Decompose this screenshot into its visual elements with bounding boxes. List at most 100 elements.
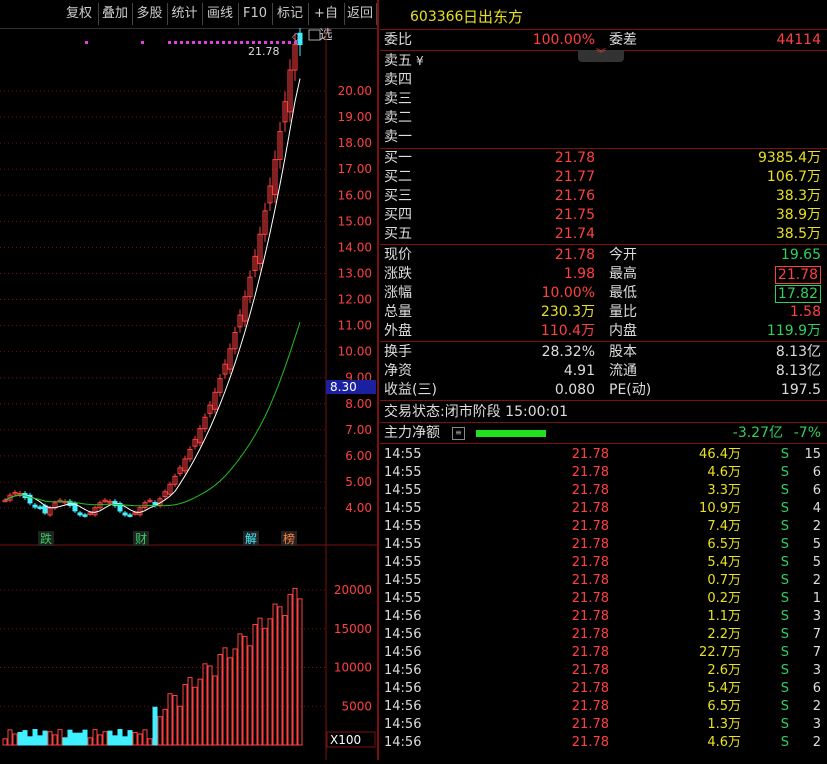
tick-time: 14:55 — [384, 501, 422, 516]
quote-label: 内盘 — [609, 323, 637, 339]
buy-order-volume: 38.5万 — [775, 226, 821, 242]
volume-bar — [157, 716, 163, 746]
window-icon[interactable] — [308, 29, 321, 41]
volume-bar — [112, 735, 118, 746]
quote-label: 总量 — [384, 304, 412, 320]
event-label[interactable]: 财 — [135, 532, 147, 546]
signal-dot — [180, 41, 183, 44]
candle-body — [42, 505, 48, 514]
quote-label: 外盘 — [384, 323, 412, 339]
tick-row: 14:55 21.78 0.2万 S 1 — [380, 590, 827, 608]
buy-order-volume: 38.3万 — [775, 188, 821, 204]
volume-bar — [237, 633, 243, 746]
tick-row: 14:56 21.78 5.4万 S 6 — [380, 680, 827, 698]
tick-volume: 10.9万 — [699, 501, 741, 516]
signal-dot — [222, 41, 225, 44]
volume-bar — [122, 736, 128, 746]
price-tick-label: 17.00 — [338, 162, 372, 176]
toolbar-button-3[interactable]: 统计 — [167, 3, 203, 25]
volume-bar — [12, 733, 18, 746]
tick-time: 14:56 — [384, 717, 422, 732]
buy-order-price: 21.78 — [554, 150, 595, 166]
quote-label: 涨幅 — [384, 285, 412, 301]
tick-time: 14:55 — [384, 519, 422, 534]
quote-value: 21.78 — [774, 266, 821, 284]
volume-bar — [32, 729, 38, 746]
quote-value: 1.98 — [563, 266, 595, 282]
toolbar-button-2[interactable]: 多股 — [132, 3, 168, 25]
candle-body — [82, 514, 88, 517]
diamond-icon[interactable]: ◇ — [292, 30, 301, 43]
volume-bar — [192, 686, 198, 746]
fundamental-label: 流通 — [609, 363, 637, 379]
fundamental-label: 换手 — [384, 344, 412, 360]
quote-value: 19.65 — [780, 247, 821, 263]
tick-volume: 2.2万 — [707, 627, 741, 642]
sell-order-label: 卖五 — [384, 53, 412, 69]
tick-time: 14:55 — [384, 483, 422, 498]
signal-dot — [85, 41, 88, 44]
signal-dot — [258, 41, 261, 44]
tick-time: 14:55 — [384, 591, 422, 606]
volume-tick-label: 10000 — [334, 661, 372, 675]
tick-volume: 6.5万 — [707, 699, 741, 714]
price-tick-label: 19.00 — [338, 110, 372, 124]
fundamental-value: 8.13亿 — [775, 344, 821, 360]
tick-direction: S — [780, 717, 789, 732]
toolbar-button-8[interactable]: 返回 — [344, 3, 377, 25]
tick-time: 14:55 — [384, 573, 422, 588]
kline-svg[interactable]: 20.00 19.00 18.00 17.00 16.00 15.00 14.00 13.00… — [0, 21, 378, 760]
volume-bar — [257, 617, 263, 746]
stock-header: 603366 日出东方 — [380, 6, 827, 28]
tick-volume: 0.7万 — [707, 573, 741, 588]
tick-count: 7 — [812, 627, 821, 642]
tick-price: 21.78 — [571, 465, 609, 480]
event-label[interactable]: 跌 — [40, 531, 52, 546]
stock-code: 603366 — [410, 9, 464, 25]
tick-direction: S — [780, 573, 789, 588]
event-label[interactable]: 解 — [245, 532, 257, 546]
signal-dot — [210, 41, 213, 44]
tick-direction: S — [780, 735, 789, 750]
weicha-label: 委差 — [609, 32, 637, 48]
volume-bar — [172, 695, 178, 746]
volume-bar — [207, 665, 213, 746]
fundamental-row: 换手 28.32% 股本 8.13亿 — [380, 343, 827, 362]
tick-direction: S — [780, 519, 789, 534]
price-tick-label: 12.00 — [338, 293, 372, 307]
tick-price: 21.78 — [571, 483, 609, 498]
tick-count: 2 — [812, 519, 821, 534]
signal-dot — [198, 41, 201, 44]
tick-direction: S — [780, 447, 789, 462]
tick-direction: S — [780, 645, 789, 660]
volume-bar — [272, 603, 278, 746]
tick-count: 5 — [812, 555, 821, 570]
tick-volume: 1.1万 — [707, 609, 741, 624]
tick-direction: S — [780, 591, 789, 606]
list-icon[interactable]: ≡ — [452, 427, 465, 440]
tick-time: 14:56 — [384, 663, 422, 678]
toolbar-button-1[interactable]: 叠加 — [98, 3, 133, 25]
signal-dot — [264, 41, 267, 44]
volume-bar — [92, 729, 98, 746]
toolbar-button-6[interactable]: 标记 — [272, 3, 309, 25]
tick-price: 21.78 — [571, 735, 609, 750]
fundamental-value: 8.13亿 — [775, 363, 821, 379]
candle-body — [127, 514, 133, 517]
signal-dot — [216, 41, 219, 44]
kline-chart[interactable]: 20.00 19.00 18.00 17.00 16.00 15.00 14.00 13.00… — [0, 21, 378, 760]
buy-order-price: 21.75 — [554, 207, 595, 223]
tick-direction: S — [780, 483, 789, 498]
toolbar-button-4[interactable]: 画线 — [202, 3, 239, 25]
volume-bar — [37, 735, 43, 746]
quote-label: 最低 — [609, 285, 637, 301]
fundamental-value: 0.080 — [554, 382, 595, 398]
event-label[interactable]: 榜 — [283, 531, 295, 546]
tick-volume: 5.4万 — [707, 555, 741, 570]
toolbar-button-0[interactable]: 复权 — [60, 3, 99, 25]
tick-price: 21.78 — [571, 501, 609, 516]
toolbar-button-5[interactable]: F10 — [238, 3, 273, 25]
volume-bar — [187, 677, 193, 746]
toolbar-button-7[interactable]: +自选 — [308, 3, 345, 43]
tick-row: 14:55 21.78 3.3万 S 6 — [380, 482, 827, 500]
